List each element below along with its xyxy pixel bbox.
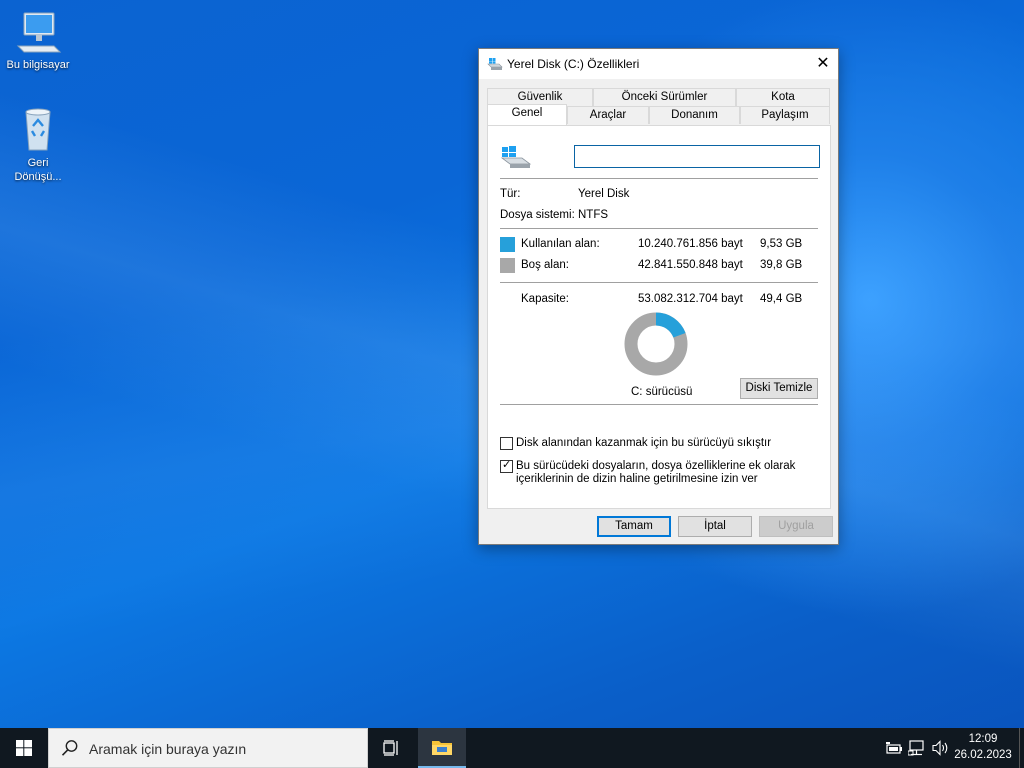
- tab-hardware[interactable]: Donanım: [649, 106, 740, 124]
- desktop-icon-label: Geri: [27, 157, 49, 169]
- search-placeholder: Aramak için buraya yazın: [89, 741, 247, 757]
- search-icon: [61, 740, 78, 756]
- general-tab-panel: Tür: Yerel Disk Dosya sistemi: NTFS Kull…: [487, 125, 831, 509]
- capacity-label: Kapasite:: [521, 293, 569, 305]
- tab-quota[interactable]: Kota: [736, 88, 830, 106]
- desktop-icon-this-pc[interactable]: Bu bilgisayar: [0, 8, 76, 72]
- drive-icon: [487, 58, 503, 70]
- tab-general[interactable]: Genel: [487, 104, 567, 125]
- free-space-size: 39,8 GB: [760, 259, 803, 271]
- index-label-line2: içeriklerinin de dizin haline getirilmes…: [516, 473, 758, 485]
- capacity-bytes: 53.082.312.704 bayt: [638, 293, 743, 305]
- clock-time: 12:09: [968, 733, 998, 745]
- file-system-value: NTFS: [578, 209, 609, 221]
- close-icon: ✕: [816, 55, 830, 72]
- disk-properties-dialog: Yerel Disk (C:) Özellikleri ✕ Güvenlik Ö…: [478, 48, 839, 545]
- free-space-label: Boş alan:: [521, 259, 569, 271]
- task-view-button[interactable]: [368, 728, 416, 768]
- windows-logo-icon: [16, 740, 32, 756]
- used-space-swatch: [500, 237, 515, 252]
- taskbar: Aramak için buraya yazın 12:09 26.02.202…: [0, 728, 1024, 768]
- used-space-size: 9,53 GB: [760, 238, 803, 250]
- type-value: Yerel Disk: [578, 188, 630, 200]
- recycle-bin-icon: [25, 108, 51, 151]
- apply-button[interactable]: Uygula: [759, 516, 833, 537]
- compress-label: Disk alanından kazanmak için bu sürücüyü…: [516, 437, 772, 449]
- drive-caption: C: sürücüsü: [631, 386, 693, 398]
- divider: [500, 404, 818, 405]
- tab-previous-versions[interactable]: Önceki Sürümler: [593, 88, 736, 106]
- desktop-icon-recycle-bin[interactable]: Geri Dönüşü...: [0, 106, 76, 184]
- free-space-bytes: 42.841.550.848 bayt: [638, 259, 743, 271]
- check-icon: ✓: [502, 459, 512, 471]
- disk-usage-donut: [624, 312, 688, 376]
- index-checkbox[interactable]: ✓: [500, 459, 513, 473]
- task-view-icon: [383, 740, 398, 756]
- drive-name-input[interactable]: [574, 145, 820, 168]
- desktop-icon-label: Dönüşü...: [14, 171, 62, 183]
- desktop-icon-label: Bu bilgisayar: [6, 59, 70, 71]
- drive-icon: [500, 146, 532, 168]
- type-label: Tür:: [500, 188, 521, 200]
- battery-icon[interactable]: [885, 741, 903, 755]
- divider: [500, 282, 818, 283]
- used-space-label: Kullanılan alan:: [521, 238, 600, 250]
- clock-date: 26.02.2023: [954, 749, 1012, 761]
- system-tray: [880, 728, 960, 768]
- index-label-line1: Bu sürücüdeki dosyaların, dosya özellikl…: [516, 460, 796, 472]
- capacity-size: 49,4 GB: [760, 293, 803, 305]
- taskbar-file-explorer-button[interactable]: [418, 728, 466, 768]
- compress-checkbox[interactable]: [500, 437, 513, 450]
- divider: [500, 178, 818, 179]
- start-button[interactable]: [0, 728, 48, 768]
- tab-sharing[interactable]: Paylaşım: [740, 106, 830, 124]
- title-bar[interactable]: Yerel Disk (C:) Özellikleri ✕: [479, 49, 838, 79]
- taskbar-search-box[interactable]: Aramak için buraya yazın: [48, 728, 368, 768]
- dialog-title: Yerel Disk (C:) Özellikleri: [507, 57, 640, 71]
- show-desktop-button[interactable]: [1019, 728, 1024, 768]
- network-icon[interactable]: [908, 740, 926, 756]
- file-system-label: Dosya sistemi:: [500, 209, 575, 221]
- computer-icon: [16, 12, 62, 53]
- cancel-button[interactable]: İptal: [678, 516, 752, 537]
- taskbar-clock[interactable]: 12:09 26.02.2023: [952, 731, 1014, 763]
- divider: [500, 228, 818, 229]
- free-space-swatch: [500, 258, 515, 273]
- volume-icon[interactable]: [931, 740, 951, 756]
- tab-tools[interactable]: Araçlar: [567, 106, 649, 124]
- ok-button[interactable]: Tamam: [597, 516, 671, 537]
- used-space-bytes: 10.240.761.856 bayt: [638, 238, 743, 250]
- disk-cleanup-button[interactable]: Diski Temizle: [740, 378, 818, 399]
- close-button[interactable]: ✕: [808, 49, 838, 79]
- folder-icon: [432, 741, 452, 755]
